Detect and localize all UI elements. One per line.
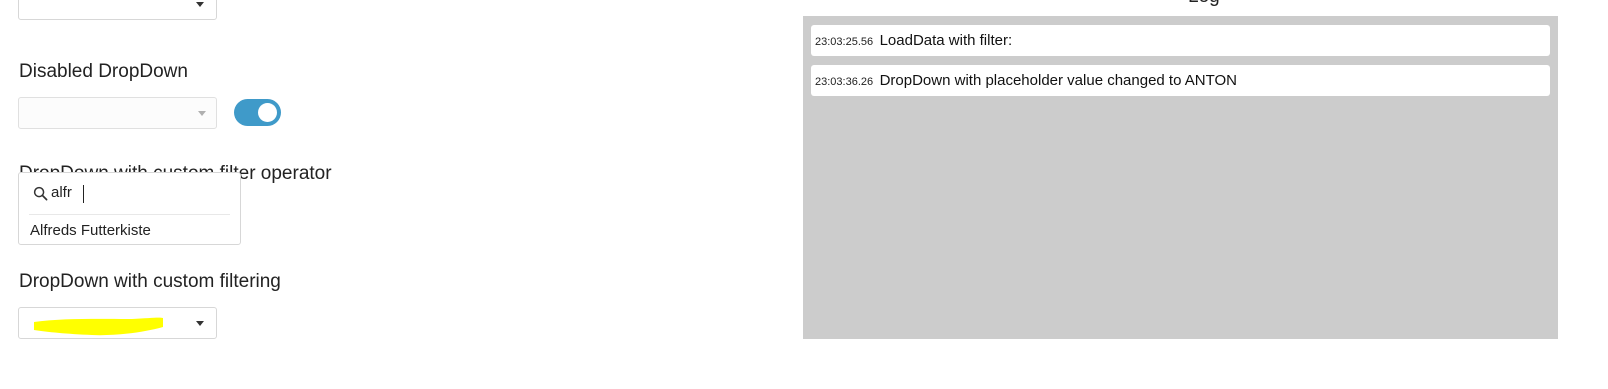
popup-search-input[interactable] bbox=[51, 184, 201, 201]
chevron-down-icon bbox=[198, 111, 206, 116]
toggle-knob bbox=[258, 103, 277, 122]
disabled-dropdown-label: Disabled DropDown bbox=[19, 61, 188, 82]
log-entry: 23:03:25.56 LoadData with filter: bbox=[811, 25, 1550, 56]
yellow-highlight-scribble bbox=[34, 317, 163, 336]
page: Disabled DropDown DropDown with custom f… bbox=[0, 0, 1608, 389]
dropdown-popup: Alfreds Futterkiste bbox=[18, 172, 241, 245]
log-message: DropDown with placeholder value changed … bbox=[879, 72, 1237, 89]
log-entry: 23:03:36.26 DropDown with placeholder va… bbox=[811, 65, 1550, 96]
custom-filtering-label: DropDown with custom filtering bbox=[19, 271, 281, 292]
log-message: LoadData with filter: bbox=[879, 32, 1013, 49]
disabled-dropdown bbox=[18, 97, 217, 129]
log-timestamp: 23:03:36.26 bbox=[815, 76, 874, 88]
text-cursor bbox=[83, 185, 84, 203]
top-dropdown[interactable] bbox=[18, 0, 217, 20]
popup-search-row bbox=[29, 173, 230, 215]
log-timestamp: 23:03:25.56 bbox=[815, 36, 874, 48]
chevron-down-icon bbox=[196, 321, 204, 326]
enable-toggle[interactable] bbox=[234, 99, 281, 126]
search-icon bbox=[33, 186, 48, 201]
log-title: Log bbox=[1188, 0, 1220, 8]
log-panel: 23:03:25.56 LoadData with filter: 23:03:… bbox=[803, 16, 1558, 339]
dropdown-option[interactable]: Alfreds Futterkiste bbox=[30, 222, 151, 239]
chevron-down-icon bbox=[196, 2, 204, 7]
